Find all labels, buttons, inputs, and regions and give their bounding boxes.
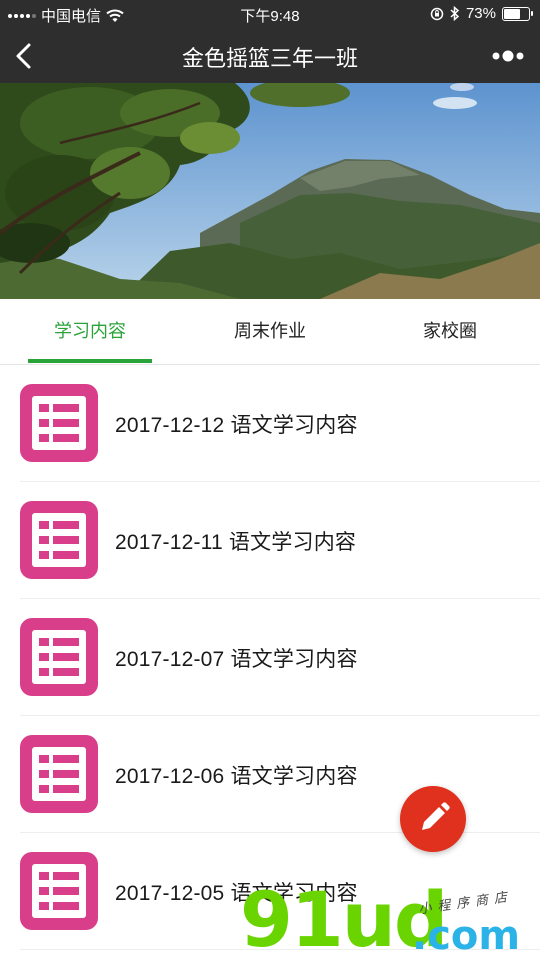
divider: [20, 949, 540, 950]
content-list: 2017-12-12 语文学习内容 2017-12-11 语文学习内容 2017-1…: [0, 365, 540, 950]
tab-weekend-homework[interactable]: 周末作业: [180, 299, 360, 364]
page-title: 金色摇篮三年一班: [181, 46, 358, 71]
tab-study-content[interactable]: 学习内容: [0, 299, 180, 364]
list-document-icon: [20, 852, 98, 930]
orientation-lock-icon: [430, 7, 444, 20]
active-tab-indicator: [28, 359, 152, 363]
banner-carousel[interactable]: [0, 83, 540, 299]
list-document-icon: [20, 384, 98, 462]
status-right: 73%: [430, 5, 533, 22]
bluetooth-icon: [450, 6, 460, 21]
tab-home-school-circle[interactable]: 家校圈: [360, 299, 540, 364]
list-document-icon: [20, 618, 98, 696]
banner-image: [0, 83, 540, 299]
list-item[interactable]: 2017-12-07 语文学习内容: [0, 599, 540, 716]
edit-fab-button[interactable]: [400, 786, 466, 852]
list-item-title: 2017-12-07 语文学习内容: [115, 648, 358, 671]
more-button[interactable]: [488, 42, 528, 70]
list-document-icon: [20, 501, 98, 579]
list-item[interactable]: 2017-12-12 语文学习内容: [0, 365, 540, 482]
more-dots-icon: [492, 50, 524, 62]
list-item-title: 2017-12-11 语文学习内容: [115, 531, 357, 554]
list-item-title: 2017-12-12 语文学习内容: [115, 414, 358, 437]
list-document-icon: [20, 735, 98, 813]
pencil-icon: [422, 802, 450, 830]
list-item-title: 2017-12-05 语文学习内容: [115, 882, 358, 905]
list-item[interactable]: 2017-12-11 语文学习内容: [0, 482, 540, 599]
tab-bar: 学习内容 周末作业 家校圈: [0, 299, 540, 365]
battery-icon: [502, 6, 533, 21]
status-bar: 中国电信 下午9:48 73%: [0, 0, 540, 28]
list-item-title: 2017-12-06 语文学习内容: [115, 765, 358, 788]
navigation-bar: 金色摇篮三年一班: [0, 28, 540, 83]
battery-percent: 73%: [465, 5, 496, 22]
